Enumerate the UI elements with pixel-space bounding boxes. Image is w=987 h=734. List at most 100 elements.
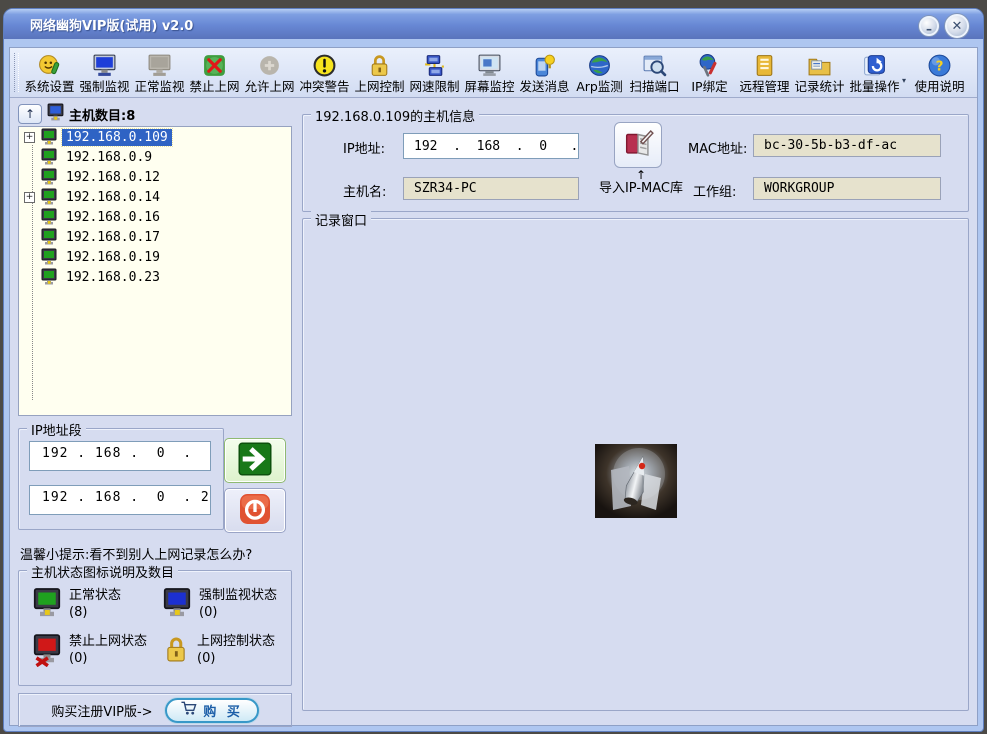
toolbar-button-system-settings[interactable]: 系统设置 bbox=[22, 50, 77, 96]
status-item-force-monitor: 强制监视状态 (0) bbox=[163, 587, 277, 623]
monitor-red-ban-icon bbox=[33, 633, 61, 671]
remote-manage-icon bbox=[752, 51, 777, 79]
host-tree[interactable]: + 192.168.0.109 192.168.0.9 192.168.0.12… bbox=[18, 126, 292, 416]
expander-icon[interactable]: + bbox=[24, 191, 40, 203]
monitor-green-icon bbox=[33, 587, 61, 623]
toolbar-button-allow-internet[interactable]: 允许上网 bbox=[242, 50, 297, 96]
toolbar-label: 远程管理 bbox=[739, 79, 790, 94]
monitor-blue-icon bbox=[163, 587, 191, 623]
settings-icon bbox=[37, 51, 62, 79]
toolbar-gripper[interactable] bbox=[14, 53, 19, 92]
toolbar-label: 发送消息 bbox=[519, 79, 570, 94]
toolbar-label: 屏幕监控 bbox=[464, 79, 515, 94]
host-monitor-icon bbox=[40, 248, 58, 266]
tree-up-button[interactable]: ↑ bbox=[18, 104, 42, 124]
ip-range-start-input[interactable] bbox=[29, 441, 211, 471]
import-label: 导入IP-MAC库 bbox=[598, 181, 684, 196]
import-arrow-icon: ↑ bbox=[635, 168, 647, 182]
toolbar-button-screen-monitor[interactable]: 屏幕监控 bbox=[462, 50, 517, 96]
host-count-icon bbox=[47, 103, 64, 126]
close-button[interactable]: ✕ bbox=[945, 14, 969, 38]
record-window-group: 记录窗口 bbox=[302, 210, 969, 711]
tree-item-host[interactable]: 192.168.0.19 bbox=[19, 247, 291, 267]
toolbar-button-scan-port[interactable]: 扫描端口 bbox=[627, 50, 682, 96]
status-item-normal: 正常状态 (8) bbox=[33, 587, 121, 623]
purchase-label: 购买注册VIP版-> bbox=[51, 704, 153, 720]
tree-item-host[interactable]: 192.168.0.17 bbox=[19, 227, 291, 247]
tree-item-host[interactable]: 192.168.0.23 bbox=[19, 267, 291, 287]
hostname-field bbox=[403, 177, 579, 200]
scan-start-button[interactable] bbox=[224, 438, 286, 483]
ip-address-input[interactable] bbox=[403, 133, 579, 159]
host-ip[interactable]: 192.168.0.14 bbox=[62, 189, 164, 206]
tip-text[interactable]: 温馨小提示:看不到别人上网记录怎么办? bbox=[20, 544, 300, 563]
host-monitor-icon bbox=[40, 188, 58, 206]
host-ip[interactable]: 192.168.0.9 bbox=[62, 149, 156, 166]
batch-dropdown-icon[interactable]: ▾ bbox=[902, 76, 912, 85]
buy-button-label: 购 买 bbox=[203, 704, 243, 720]
send-message-icon bbox=[532, 51, 557, 79]
host-ip[interactable]: 192.168.0.17 bbox=[62, 229, 164, 246]
host-ip[interactable]: 192.168.0.12 bbox=[62, 169, 164, 186]
tree-item-host[interactable]: 192.168.0.9 bbox=[19, 147, 291, 167]
toolbar-button-help[interactable]: ? 使用说明 bbox=[912, 50, 967, 96]
monitor-gray-icon bbox=[147, 51, 172, 79]
import-ipmac-caption[interactable]: ↑ 导入IP-MAC库 bbox=[591, 168, 691, 196]
toolbar-button-arp-monitor[interactable]: Arp监测 bbox=[572, 50, 627, 96]
toolbar-button-normal-monitor[interactable]: 正常监视 bbox=[132, 50, 187, 96]
warning-icon bbox=[312, 51, 337, 79]
status-item-forbidden: 禁止上网状态 (0) bbox=[33, 633, 147, 671]
tree-item-host[interactable]: + 192.168.0.14 bbox=[19, 187, 291, 207]
workgroup-label: 工作组: bbox=[693, 185, 737, 200]
toolbar-label: 扫描端口 bbox=[629, 79, 680, 94]
toolbar-label: 正常监视 bbox=[134, 79, 185, 94]
tree-header: ↑ 主机数目:8 bbox=[18, 103, 292, 125]
host-ip[interactable]: 192.168.0.16 bbox=[62, 209, 164, 226]
scan-stop-button[interactable] bbox=[224, 488, 286, 533]
batch-icon bbox=[862, 51, 887, 79]
toolbar-button-record-stats[interactable]: 记录统计 bbox=[792, 50, 847, 96]
record-stats-icon bbox=[807, 51, 832, 79]
toolbar-button-force-monitor[interactable]: 强制监视 bbox=[77, 50, 132, 96]
import-book-icon bbox=[621, 126, 655, 164]
toolbar-button-internet-control[interactable]: 上网控制 bbox=[352, 50, 407, 96]
up-arrow-icon: ↑ bbox=[24, 107, 36, 121]
expander-icon[interactable]: + bbox=[24, 131, 40, 143]
toolbar-label: Arp监测 bbox=[576, 79, 623, 94]
toolbar-label: 禁止上网 bbox=[189, 79, 240, 94]
toolbar-button-batch-ops[interactable]: 批量操作 bbox=[847, 50, 902, 96]
tree-item-host[interactable]: + 192.168.0.109 bbox=[19, 127, 291, 147]
toolbar-button-remote-manage[interactable]: 远程管理 bbox=[737, 50, 792, 96]
cart-icon bbox=[180, 700, 197, 720]
tree-item-host[interactable]: 192.168.0.12 bbox=[19, 167, 291, 187]
host-info-title: 192.168.0.109的主机信息 bbox=[311, 106, 480, 125]
toolbar-button-speed-limit[interactable]: 网速限制 bbox=[407, 50, 462, 96]
monitor-blue-icon bbox=[92, 51, 117, 79]
ip-address-label: IP地址: bbox=[343, 142, 386, 157]
speed-limit-icon bbox=[422, 51, 447, 79]
ip-range-end-input[interactable] bbox=[29, 485, 211, 515]
host-ip[interactable]: 192.168.0.23 bbox=[62, 269, 164, 286]
toolbar-label: 上网控制 bbox=[354, 79, 405, 94]
buy-button[interactable]: 购 买 bbox=[164, 697, 259, 723]
toolbar-button-ip-bind[interactable]: IP绑定 bbox=[682, 50, 737, 96]
client-area: 系统设置 强制监视 正常监视 禁止上网 允许上网 冲突警告 上网控制 网速限制 … bbox=[9, 47, 978, 727]
close-icon: ✕ bbox=[951, 18, 963, 34]
toolbar-button-send-message[interactable]: 发送消息 bbox=[517, 50, 572, 96]
hostname-label: 主机名: bbox=[343, 185, 387, 200]
toolbar-button-forbid-internet[interactable]: 禁止上网 bbox=[187, 50, 242, 96]
toolbar-button-conflict-warning[interactable]: 冲突警告 bbox=[297, 50, 352, 96]
toolbar-label: 记录统计 bbox=[794, 79, 845, 94]
minimize-button[interactable]: – bbox=[919, 16, 939, 36]
toolbar: 系统设置 强制监视 正常监视 禁止上网 允许上网 冲突警告 上网控制 网速限制 … bbox=[10, 48, 977, 98]
import-ipmac-button[interactable] bbox=[614, 122, 662, 168]
mac-address-label: MAC地址: bbox=[688, 142, 748, 157]
toolbar-label: 强制监视 bbox=[79, 79, 130, 94]
host-ip[interactable]: 192.168.0.109 bbox=[61, 127, 173, 147]
tree-item-host[interactable]: 192.168.0.16 bbox=[19, 207, 291, 227]
toolbar-label: 批量操作 bbox=[849, 79, 900, 94]
green-arrow-icon bbox=[237, 441, 273, 481]
titlebar[interactable]: 网络幽狗VIP版(试用) v2.0 – ✕ bbox=[4, 9, 983, 39]
host-ip[interactable]: 192.168.0.19 bbox=[62, 249, 164, 266]
svg-text:?: ? bbox=[936, 58, 944, 74]
